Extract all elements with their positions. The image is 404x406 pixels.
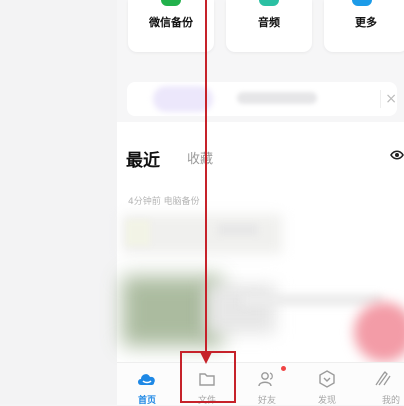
annotation-arrow: [200, 0, 212, 364]
annotation-highlight-box: [180, 351, 236, 403]
